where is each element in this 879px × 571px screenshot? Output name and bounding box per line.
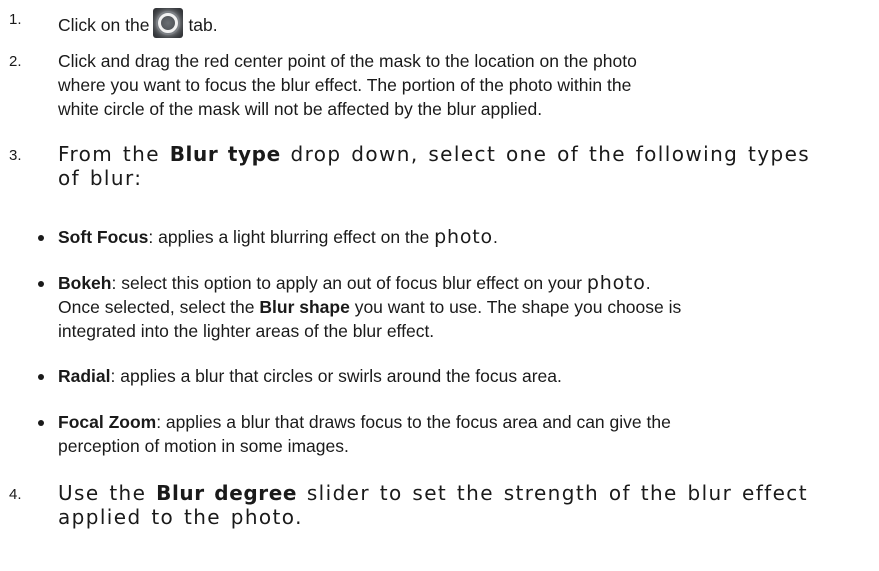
list-item-text: Soft Focus: applies a light blurring eff… (58, 226, 498, 248)
step-text-bold: Blur type (169, 142, 281, 166)
bullet-dot (38, 374, 44, 380)
bullet-dot (38, 281, 44, 287)
list-item-text: Bokeh: select this option to apply an ou… (58, 272, 651, 294)
step-number: 4. (9, 486, 22, 503)
list-item-text: Radial: applies a blur that circles or s… (58, 366, 562, 386)
focus-ring-tab-icon (153, 8, 184, 38)
list-item-text-line: integrated into the lighter areas of the… (58, 321, 435, 341)
step-text: Click on the tab. (58, 8, 218, 38)
step-text-post: drop down, select one of the following t… (290, 142, 811, 166)
step-text-line: white circle of the mask will not be aff… (58, 99, 543, 119)
bullet-dot (38, 235, 44, 241)
step-text-line: applied to the photo. (58, 505, 303, 529)
list-item-text: Focal Zoom: applies a blur that draws fo… (58, 412, 671, 432)
list-item-text-line: perception of motion in some images. (58, 436, 349, 456)
step-text-line: where you want to focus the blur effect.… (58, 75, 632, 95)
step-number: 1. (9, 11, 22, 28)
step-text-line: Click and drag the red center point of t… (58, 51, 637, 71)
list-item-term: Radial (58, 366, 111, 386)
step-text-line: Use the Blur degree slider to set the st… (58, 481, 808, 505)
step-text-pre: Use the (58, 481, 147, 505)
list-item-text-line: Once selected, select the Blur shape you… (58, 297, 682, 317)
list-item-term: Focal Zoom (58, 412, 157, 432)
step-text-line: From the Blur type drop down, select one… (58, 142, 810, 166)
list-item-term: Bokeh (58, 273, 112, 293)
step-text-line: of blur: (58, 166, 143, 190)
step-text-post: slider to set the strength of the blur e… (306, 481, 808, 505)
bullet-dot (38, 420, 44, 426)
list-item-term: Soft Focus (58, 227, 149, 247)
step-number: 3. (9, 147, 22, 164)
step-text-pre: From the (58, 142, 160, 166)
step-text-bold: Blur degree (156, 481, 298, 505)
step-text-after: tab. (188, 15, 218, 35)
step-number: 2. (9, 53, 22, 70)
step-text-before: Click on the (58, 15, 150, 35)
